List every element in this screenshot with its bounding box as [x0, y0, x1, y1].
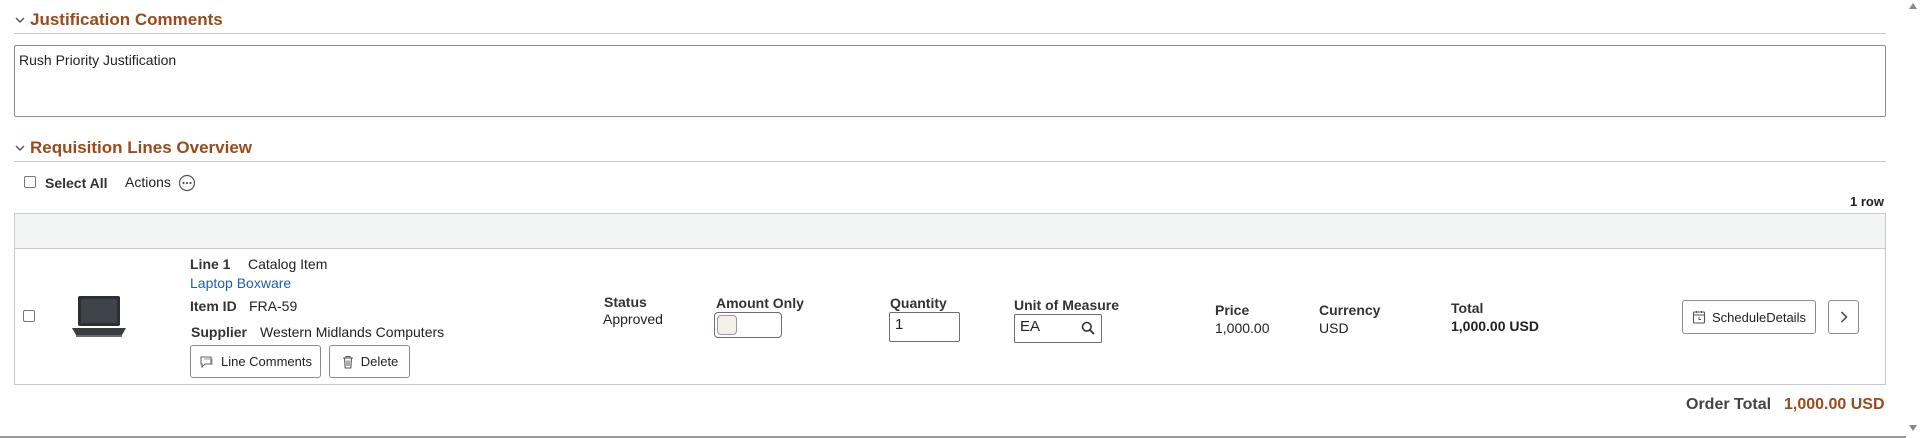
amount-only-label: Amount Only	[716, 295, 804, 311]
status-value: Approved	[603, 311, 663, 327]
row-count: 1 row	[1850, 194, 1884, 209]
line-number-label: Line 1	[190, 256, 231, 272]
uom-label: Unit of Measure	[1014, 297, 1120, 313]
uom-input[interactable]: EA	[1014, 314, 1102, 343]
overview-section-header[interactable]: Requisition Lines Overview	[14, 138, 252, 158]
price-label: Price	[1215, 302, 1250, 318]
justification-comments-textarea[interactable]: Rush Priority Justification	[14, 45, 1886, 117]
vertical-scrollbar[interactable]	[1906, 0, 1920, 438]
schedule-details-button[interactable]: ScheduleDetails	[1682, 300, 1816, 334]
justification-section-header[interactable]: Justification Comments	[14, 10, 223, 30]
delete-label: Delete	[360, 354, 399, 369]
quantity-input[interactable]: 1	[889, 312, 960, 342]
overview-section-title: Requisition Lines Overview	[30, 138, 253, 157]
amount-only-toggle[interactable]	[714, 312, 782, 338]
currency-value: USD	[1319, 320, 1349, 336]
scroll-arrow-up-icon[interactable]	[1908, 2, 1918, 10]
laptop-icon[interactable]	[70, 294, 128, 338]
comment-icon	[200, 355, 213, 368]
actions-label[interactable]: Actions	[125, 174, 171, 190]
section-divider	[14, 161, 1886, 162]
grid-header-band	[15, 214, 1885, 249]
schedule-icon	[1692, 311, 1706, 324]
line-select-checkbox[interactable]	[23, 310, 35, 322]
status-label: Status	[604, 294, 647, 310]
ellipsis-circle-icon[interactable]	[178, 174, 196, 192]
select-all-label[interactable]: Select All	[45, 175, 108, 191]
chevron-down-icon[interactable]	[14, 142, 26, 154]
line-details-button[interactable]	[1828, 300, 1859, 334]
select-all-checkbox[interactable]	[24, 176, 36, 188]
trash-icon	[342, 355, 353, 369]
item-id-value: FRA-59	[249, 298, 298, 314]
currency-label: Currency	[1319, 302, 1381, 318]
item-description-link[interactable]: Laptop Boxware	[190, 275, 291, 291]
section-divider	[14, 33, 1886, 34]
total-label: Total	[1451, 300, 1484, 316]
quantity-label: Quantity	[890, 295, 947, 311]
order-total-value: 1,000.00 USD	[1784, 396, 1885, 413]
uom-value: EA	[1020, 318, 1041, 335]
justification-section-title: Justification Comments	[30, 10, 223, 29]
search-icon[interactable]	[1081, 321, 1095, 335]
order-total-label: Order Total	[1686, 396, 1772, 413]
chevron-down-icon[interactable]	[14, 14, 26, 26]
schedule-details-label: ScheduleDetails	[1712, 309, 1806, 325]
item-id-label: Item ID	[190, 298, 237, 314]
delete-button[interactable]: Delete	[329, 345, 410, 378]
line-comments-label: Line Comments	[220, 354, 313, 369]
supplier-label: Supplier	[191, 324, 248, 340]
line-type: Catalog Item	[248, 256, 328, 272]
chevron-right-icon	[1840, 311, 1848, 323]
line-comments-button[interactable]: Line Comments	[190, 345, 321, 378]
supplier-value: Western Midlands Computers	[260, 324, 445, 340]
toggle-knob	[717, 315, 737, 335]
price-value: 1,000.00	[1215, 320, 1270, 336]
total-value: 1,000.00 USD	[1451, 318, 1539, 334]
scroll-arrow-down-icon[interactable]	[1908, 424, 1918, 432]
